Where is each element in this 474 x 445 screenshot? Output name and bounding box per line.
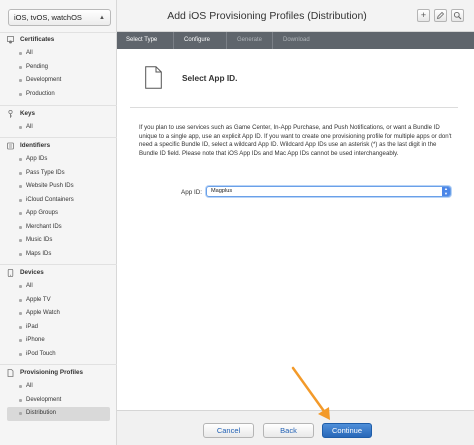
sidebar-divider — [0, 137, 117, 138]
sidebar-section-keys: Keys All — [0, 107, 117, 135]
sidebar-heading-provisioning-profiles: Provisioning Profiles — [0, 366, 117, 380]
plus-icon: + — [420, 10, 427, 20]
sidebar-item-app-groups[interactable]: App Groups — [0, 207, 117, 221]
page-title: Add iOS Provisioning Profiles (Distribut… — [167, 10, 367, 22]
sidebar-item-app-ids[interactable]: App IDs — [0, 153, 117, 167]
sidebar-divider — [0, 364, 117, 365]
sidebar-item-profiles-distribution[interactable]: Distribution — [7, 407, 110, 421]
sidebar-heading-keys: Keys — [0, 107, 117, 121]
back-button[interactable]: Back — [263, 423, 314, 438]
bullet-icon — [19, 298, 22, 302]
pencil-icon — [436, 11, 445, 20]
app-id-select[interactable]: Magplus ▲ ▼ — [206, 186, 451, 197]
bullet-icon — [19, 158, 22, 161]
search-button[interactable] — [451, 9, 464, 22]
chevron-updown-icon: ▲ — [99, 15, 105, 21]
sidebar-heading-devices: Devices — [0, 266, 117, 280]
bullet-icon — [19, 198, 22, 202]
sidebar-divider — [0, 105, 117, 106]
sidebar-item-profiles-all[interactable]: All — [0, 380, 117, 394]
sidebar-item-merchant-ids[interactable]: Merchant IDs — [0, 221, 117, 235]
content-divider — [130, 107, 458, 108]
cancel-button[interactable]: Cancel — [203, 423, 254, 438]
key-icon — [8, 110, 13, 118]
bullet-icon — [19, 185, 22, 189]
chevron-updown-icon: ▲ ▼ — [442, 186, 450, 196]
bullet-icon — [19, 92, 22, 96]
sidebar-item-apple-tv[interactable]: Apple TV — [0, 294, 117, 308]
page-header: Add iOS Provisioning Profiles (Distribut… — [117, 0, 474, 32]
step-download: Download — [283, 37, 310, 43]
step-generate: Generate — [237, 37, 263, 43]
app-id-select-value: Magplus — [211, 188, 233, 194]
step-select-type: Select Type — [126, 37, 158, 43]
sidebar-item-icloud-containers[interactable]: iCloud Containers — [0, 194, 117, 208]
sidebar-item-website-push-ids[interactable]: Website Push IDs — [0, 180, 117, 194]
step-configure: Configure — [184, 37, 211, 43]
step-divider — [226, 32, 227, 49]
bullet-icon — [19, 385, 22, 388]
sidebar-item-music-ids[interactable]: Music IDs — [0, 234, 117, 248]
bullet-icon — [19, 52, 22, 55]
footer: Cancel Back Continue — [117, 410, 474, 445]
platform-select-value: iOS, tvOS, watchOS — [14, 13, 82, 22]
bullet-icon — [19, 325, 22, 329]
section-title: Select App ID. — [182, 73, 238, 83]
bullet-icon — [19, 252, 22, 256]
sidebar-section-provisioning-profiles: Provisioning Profiles All Development Di… — [0, 366, 117, 421]
sidebar-item-ipad[interactable]: iPad — [0, 321, 117, 335]
add-button[interactable]: + — [417, 9, 430, 22]
sidebar: iOS, tvOS, watchOS ▲ Certificates All Pe… — [0, 0, 117, 445]
sidebar-item-certificates-pending[interactable]: Pending — [0, 61, 117, 75]
bullet-icon — [19, 312, 22, 316]
sidebar-divider — [0, 264, 117, 265]
step-divider — [272, 32, 273, 49]
platform-select[interactable]: iOS, tvOS, watchOS ▲ — [8, 9, 111, 26]
sidebar-item-keys-all[interactable]: All — [0, 121, 117, 135]
app-id-label: App ID: — [181, 189, 202, 196]
sidebar-item-devices-all[interactable]: All — [0, 280, 117, 294]
sidebar-heading-certificates: Certificates — [0, 33, 117, 47]
sidebar-item-certificates-production[interactable]: Production — [0, 88, 117, 102]
device-icon — [7, 269, 14, 277]
bullet-icon — [19, 285, 22, 288]
sidebar-section-certificates: Certificates All Pending Development Pro… — [0, 33, 117, 101]
id-card-icon — [7, 142, 14, 150]
sidebar-item-certificates-all[interactable]: All — [0, 47, 117, 61]
sidebar-item-iphone[interactable]: iPhone — [0, 334, 117, 348]
document-icon — [145, 66, 162, 89]
bullet-icon — [19, 126, 22, 129]
bullet-icon — [19, 398, 22, 402]
continue-button[interactable]: Continue — [322, 423, 372, 438]
sidebar-heading-identifiers: Identifiers — [0, 139, 117, 153]
profile-document-icon — [7, 369, 14, 377]
step-divider — [173, 32, 174, 49]
sidebar-item-profiles-development[interactable]: Development — [0, 394, 117, 408]
bullet-icon — [19, 412, 22, 416]
bullet-icon — [19, 225, 22, 229]
sidebar-item-certificates-development[interactable]: Development — [0, 74, 117, 88]
steps-bar: Select Type Configure Generate Download — [117, 32, 474, 49]
sidebar-item-pass-type-ids[interactable]: Pass Type IDs — [0, 167, 117, 181]
sidebar-item-maps-ids[interactable]: Maps IDs — [0, 248, 117, 262]
sidebar-item-ipod-touch[interactable]: iPod Touch — [0, 348, 117, 362]
sidebar-section-devices: Devices All Apple TV Apple Watch iPad iP… — [0, 266, 117, 361]
sidebar-item-apple-watch[interactable]: Apple Watch — [0, 307, 117, 321]
search-icon — [453, 11, 462, 20]
description-text: If you plan to use services such as Game… — [139, 124, 452, 157]
bullet-icon — [19, 171, 22, 175]
bullet-icon — [19, 212, 22, 216]
bullet-icon — [19, 65, 22, 69]
certificate-icon — [7, 36, 14, 44]
sidebar-section-identifiers: Identifiers App IDs Pass Type IDs Websit… — [0, 139, 117, 261]
bullet-icon — [19, 239, 22, 243]
bullet-icon — [19, 352, 22, 356]
bullet-icon — [19, 339, 22, 343]
edit-button[interactable] — [434, 9, 447, 22]
bullet-icon — [19, 79, 22, 83]
